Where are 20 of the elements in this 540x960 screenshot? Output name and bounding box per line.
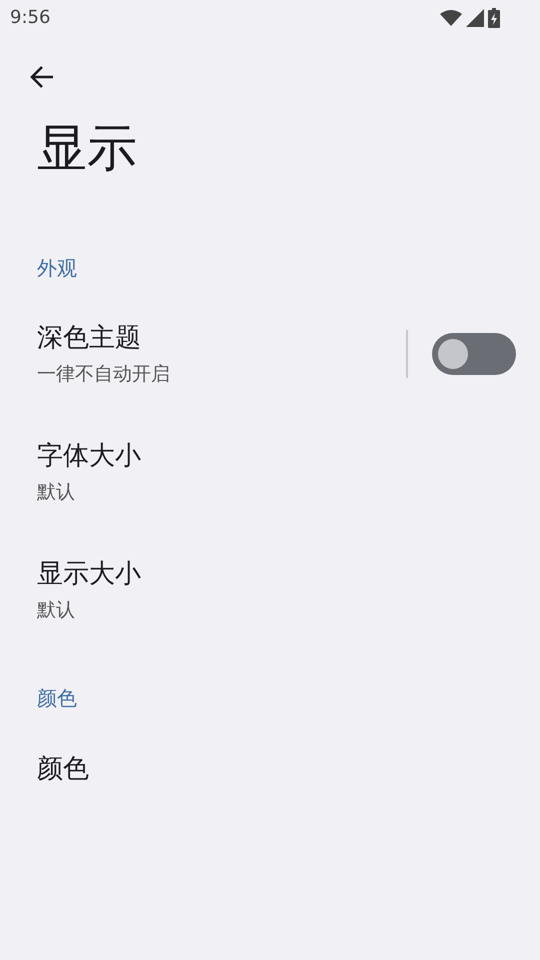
setting-item[interactable]: 显示大小 默认	[0, 531, 540, 649]
wifi-icon	[440, 10, 462, 26]
setting-item[interactable]: 深色主题 一律不自动开启	[0, 295, 540, 413]
setting-summary: 默认	[37, 480, 76, 505]
setting-item[interactable]: 颜色	[0, 726, 540, 812]
dark-theme-switch[interactable]	[432, 333, 516, 375]
section-header: 外观	[36, 255, 78, 282]
setting-item[interactable]: 字体大小 默认	[0, 413, 540, 531]
setting-summary: 默认	[37, 598, 76, 623]
back-arrow-icon	[29, 65, 55, 89]
setting-title: 深色主题	[37, 322, 142, 355]
setting-summary: 一律不自动开启	[37, 362, 171, 387]
status-time: 9:56	[10, 9, 50, 27]
setting-title: 颜色	[37, 753, 90, 786]
page-title: 显示	[36, 118, 138, 178]
section-header: 颜色	[36, 685, 78, 712]
setting-title: 字体大小	[37, 440, 142, 473]
battery-icon	[488, 8, 500, 28]
setting-title: 显示大小	[37, 558, 142, 591]
signal-icon	[466, 9, 484, 27]
